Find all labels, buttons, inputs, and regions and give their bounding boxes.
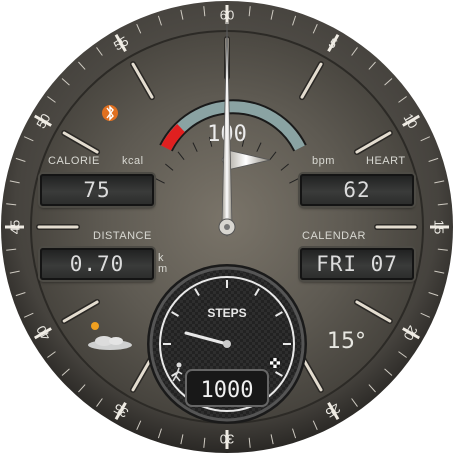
- calorie-value: 75: [40, 174, 154, 206]
- dial-number: 60: [220, 8, 234, 23]
- steps-value: 1000: [201, 378, 254, 403]
- calorie-label: CALORIE: [48, 155, 100, 167]
- distance-value: 0.70: [40, 248, 154, 280]
- dial-number: 15: [432, 220, 447, 234]
- watch-face: 60510152025303540455055 100 STEPS 1000: [1, 1, 453, 453]
- heart-value: 62: [300, 174, 414, 206]
- dial-number: 30: [220, 432, 234, 447]
- finish-flag-icon: [270, 358, 280, 368]
- calorie-unit: kcal: [122, 155, 144, 167]
- steps-label: STEPS: [207, 306, 246, 320]
- distance-label: DISTANCE: [93, 230, 152, 242]
- heart-label: HEART: [366, 155, 406, 167]
- dial-number: 45: [8, 220, 23, 234]
- bluetooth-icon: [102, 105, 118, 121]
- temperature: 15°: [327, 329, 366, 354]
- distance-unit: km: [158, 252, 168, 275]
- calendar-label: CALENDAR: [302, 230, 366, 242]
- calendar-value: FRI 07: [300, 248, 414, 280]
- heart-unit: bpm: [312, 155, 335, 167]
